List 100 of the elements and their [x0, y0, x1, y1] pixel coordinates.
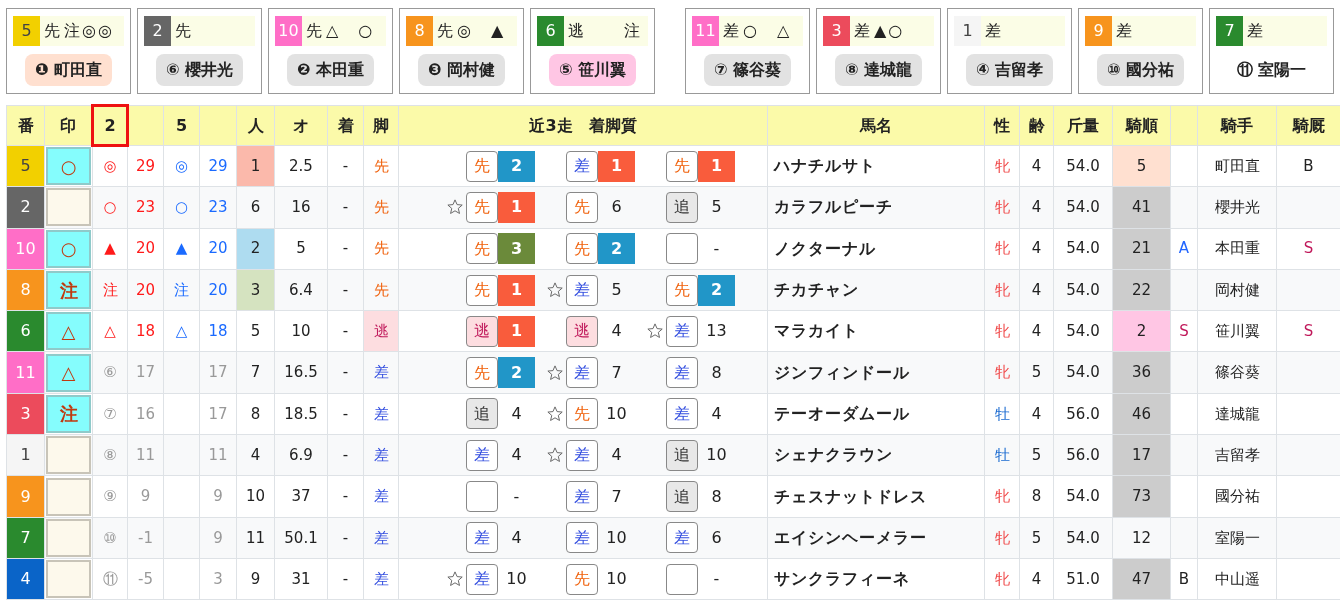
- jockey-name: 國分祐: [1197, 475, 1277, 518]
- column-header[interactable]: 性: [984, 105, 1020, 146]
- jockey-name: 篠谷葵: [1197, 352, 1277, 394]
- sex-cell: 牝: [984, 475, 1020, 518]
- jockey-rank-cell: 12: [1112, 517, 1171, 559]
- race-finish: 1: [498, 315, 535, 347]
- pick-score: 20: [199, 228, 237, 270]
- odds-cell: 37: [274, 475, 328, 518]
- jockey-label: ⑤ 笹川翼: [548, 53, 637, 86]
- mark-cell[interactable]: ○: [46, 147, 91, 186]
- column-header[interactable]: オ: [274, 105, 328, 146]
- pick-score: 16: [127, 393, 164, 435]
- odds-cell: 31: [274, 558, 328, 600]
- odds-cell: 16: [274, 186, 328, 229]
- mark-cell[interactable]: 注: [46, 394, 91, 433]
- post-number-cell: 9: [6, 475, 45, 518]
- popularity-cell: 9: [236, 558, 275, 600]
- running-style-label: 差: [723, 20, 739, 42]
- column-header[interactable]: 人: [236, 105, 275, 146]
- horse-name: カラフルピーチ: [767, 186, 985, 229]
- mark-cell[interactable]: [46, 518, 91, 557]
- pick-mark: ⑧: [92, 434, 128, 476]
- running-style-label: 差: [985, 20, 1001, 42]
- weight-cell: 56.0: [1053, 393, 1113, 435]
- race-style-tag: 先: [466, 233, 498, 265]
- race-finish: 4: [610, 320, 623, 343]
- race-style-tag: 逃: [566, 315, 598, 347]
- post-number-cell: 8: [6, 269, 45, 311]
- pick-mark: 注: [92, 269, 128, 311]
- jockey-name: 中山遥: [1197, 558, 1277, 600]
- finish-cell: -: [327, 393, 364, 435]
- odds-cell: 18.5: [274, 393, 328, 435]
- mark-cell[interactable]: 注: [46, 271, 91, 310]
- sex-cell: 牝: [984, 228, 1020, 270]
- pick-score: 11: [199, 434, 237, 476]
- mark-cell[interactable]: [46, 477, 91, 516]
- mark-cell[interactable]: [46, 560, 91, 599]
- race-finish: 4: [510, 444, 523, 467]
- column-header[interactable]: 番: [6, 105, 45, 146]
- finish-cell: -: [327, 145, 364, 187]
- column-header[interactable]: 2: [92, 105, 128, 146]
- leg-style-cell: 先: [363, 145, 399, 187]
- finish-cell: -: [327, 186, 364, 229]
- column-header[interactable]: 斤量: [1053, 105, 1113, 146]
- column-header[interactable]: 着: [327, 105, 364, 146]
- popularity-cell: 1: [236, 145, 275, 187]
- weight-cell: 54.0: [1053, 269, 1113, 311]
- age-cell: 4: [1019, 228, 1054, 270]
- race-style-tag: 先: [566, 233, 598, 265]
- race-style-tag: 差: [666, 357, 698, 389]
- race-finish: 6: [610, 196, 623, 219]
- jockey-label: ❸ 岡村健: [417, 53, 506, 86]
- mark-cell[interactable]: [46, 436, 91, 475]
- running-style-label: 差: [1247, 20, 1263, 42]
- pick-mark: ◎: [92, 145, 128, 187]
- mark-cell[interactable]: ○: [46, 229, 91, 268]
- odds-cell: 6.9: [274, 434, 328, 476]
- race-finish: 10: [605, 402, 628, 425]
- race-style-tag: 先: [466, 191, 498, 223]
- post-number-cell: 5: [6, 145, 45, 187]
- race-style-tag: 差: [566, 439, 598, 471]
- horse-name: テーオーダムール: [767, 393, 985, 435]
- race-finish: 10: [605, 568, 628, 591]
- jockey-grade: B: [1170, 558, 1198, 600]
- age-cell: 4: [1019, 393, 1054, 435]
- mark-cell[interactable]: △: [46, 353, 91, 392]
- post-number-cell: 6: [6, 310, 45, 352]
- jockey-name: 本田重: [1197, 228, 1277, 270]
- race-style-tag: 先: [566, 563, 598, 595]
- sex-cell: 牝: [984, 352, 1020, 394]
- pick-mark: ⑪: [92, 558, 128, 600]
- race-finish: 1: [498, 191, 535, 223]
- pick-score: 17: [199, 352, 237, 394]
- mark-cell[interactable]: △: [46, 312, 91, 351]
- race-finish: 4: [710, 402, 723, 425]
- race-style-tag: 先: [566, 398, 598, 430]
- prediction-marks: ◎ ▲: [457, 20, 506, 42]
- mark-cell[interactable]: [46, 188, 91, 227]
- pick-score: 29: [199, 145, 237, 187]
- pick-score: 18: [199, 310, 237, 352]
- column-header[interactable]: 近3走 着脚質: [398, 105, 768, 146]
- post-number-badge: 6: [537, 16, 564, 46]
- odds-cell: 6.4: [274, 269, 328, 311]
- sex-cell: 牝: [984, 269, 1020, 311]
- column-header[interactable]: 騎厩: [1276, 105, 1340, 146]
- column-header[interactable]: 印: [44, 105, 93, 146]
- column-header[interactable]: 脚: [363, 105, 399, 146]
- column-header[interactable]: 馬名: [767, 105, 985, 146]
- column-header[interactable]: 齢: [1019, 105, 1054, 146]
- column-header[interactable]: 騎手: [1197, 105, 1277, 146]
- column-header[interactable]: 5: [163, 105, 200, 146]
- leg-style-cell: 先: [363, 186, 399, 229]
- race-finish: 7: [610, 485, 623, 508]
- pick-mark: 注: [163, 269, 200, 311]
- column-header[interactable]: 騎順: [1112, 105, 1171, 146]
- horse-name: ノクターナル: [767, 228, 985, 270]
- pick-mark: ⑩: [92, 517, 128, 559]
- pick-score: 29: [127, 145, 164, 187]
- finish-cell: -: [327, 434, 364, 476]
- sex-cell: 牡: [984, 434, 1020, 476]
